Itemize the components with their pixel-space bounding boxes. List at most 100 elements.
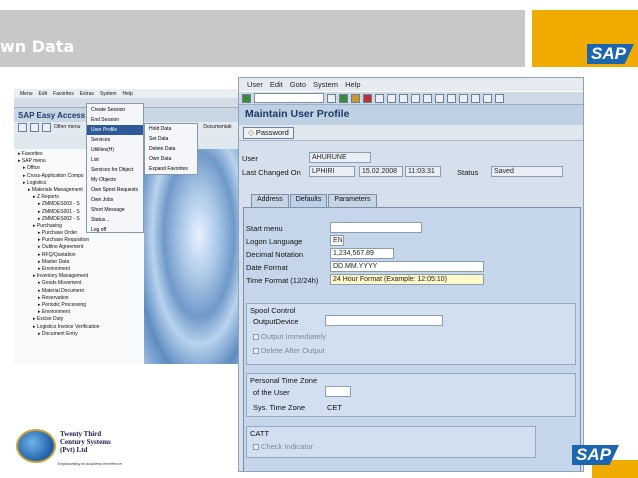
tree-node[interactable]: ▸ Reservation — [18, 295, 140, 302]
tree-node[interactable]: ▸ Master Data — [18, 259, 140, 266]
find-next-icon[interactable] — [399, 93, 408, 103]
system-menu-item[interactable]: Log off — [87, 225, 143, 235]
system-menu-item[interactable]: Status... — [87, 215, 143, 225]
system-menu-item[interactable]: Utilities(H) — [87, 145, 143, 155]
prev-page-icon[interactable] — [423, 93, 432, 103]
exit-icon[interactable] — [351, 93, 360, 103]
time-format-select[interactable]: 24 Hour Format (Example: 12:05:10) — [330, 274, 484, 285]
logon-language-input[interactable]: EN — [330, 235, 344, 246]
output-device-input[interactable] — [325, 315, 443, 326]
company-tagline: Keyboarding to business excellence — [58, 461, 122, 466]
user-profile-menu-item[interactable]: Delete Data — [145, 144, 197, 154]
next-page-icon[interactable] — [435, 93, 444, 103]
window-toolbar — [239, 91, 583, 105]
personal-time-zone-title: Personal Time Zone — [250, 376, 318, 385]
tree-node[interactable]: ▸ Material Document — [18, 288, 140, 295]
help-icon[interactable] — [483, 93, 492, 103]
tab-address[interactable]: Address — [251, 194, 289, 207]
new-session-icon[interactable] — [459, 93, 468, 103]
system-menu-item[interactable]: My Objects — [87, 175, 143, 185]
menu-item[interactable]: Menu — [20, 91, 33, 97]
system-menu-item[interactable]: Services for Object — [87, 165, 143, 175]
user-profile-menu-item[interactable]: Expand Favorites — [145, 164, 197, 174]
status-field: Saved — [491, 166, 563, 177]
user-time-zone-input[interactable] — [325, 386, 351, 397]
layout-icon[interactable] — [495, 93, 504, 103]
tree-node[interactable]: ▸ Environment — [18, 309, 140, 316]
user-field: AHURUNE — [309, 152, 371, 163]
tree-node[interactable]: ▸ Environment — [18, 266, 140, 273]
toolbar-icon[interactable] — [18, 122, 27, 132]
last-changed-date-field: 15.02.2008 — [359, 166, 403, 177]
tree-node[interactable]: ▸ Outline Agreement — [18, 244, 140, 251]
first-page-icon[interactable] — [411, 93, 420, 103]
company-logo: Twenty Third Century Systems (Pvt) Ltd K… — [16, 427, 126, 469]
shortcut-icon[interactable] — [471, 93, 480, 103]
date-format-select[interactable]: DD.MM.YYYY — [330, 261, 484, 272]
system-menu-item[interactable]: Own Spool Requests — [87, 185, 143, 195]
tree-node[interactable]: ▸ Document Entry — [18, 331, 140, 338]
tree-node[interactable]: ▸ Goods Movement — [18, 280, 140, 287]
background-image — [144, 149, 244, 364]
easy-menubar: Menu Edit Favorites Extras System Help — [14, 89, 244, 98]
last-changed-by-field: LPHIRI — [309, 166, 355, 177]
tree-node[interactable]: ▸ Excise Duty — [18, 316, 140, 323]
sap-logo-box: SAP — [532, 10, 638, 67]
menu-item[interactable]: Edit — [39, 91, 48, 97]
system-menu-item[interactable]: Short Message — [87, 205, 143, 215]
menu-item[interactable]: Help — [123, 91, 133, 97]
start-menu-input[interactable] — [330, 222, 422, 233]
menu-item[interactable]: Goto — [290, 80, 306, 89]
menu-item[interactable]: System — [100, 91, 117, 97]
save-icon[interactable] — [327, 93, 336, 103]
other-menu-button[interactable]: Other menu — [54, 124, 80, 130]
command-field[interactable] — [254, 93, 324, 103]
tree-node[interactable]: ▸ RFQ/Quotation — [18, 252, 140, 259]
system-menu-item[interactable]: Create Session — [87, 105, 143, 115]
user-profile-menu-item[interactable]: Own Data — [145, 154, 197, 164]
logon-language-label: Logon Language — [246, 237, 303, 246]
back-icon[interactable] — [339, 93, 348, 103]
window-menubar: User Edit Goto System Help — [239, 78, 583, 91]
enter-icon[interactable] — [242, 93, 251, 103]
toolbar-icon[interactable] — [30, 122, 39, 132]
system-menu-item[interactable]: Services — [87, 135, 143, 145]
tree-node[interactable]: ▸ Purchase Requisition — [18, 237, 140, 244]
tab-parameters[interactable]: Parameters — [328, 194, 377, 207]
menu-item[interactable]: User — [247, 80, 263, 89]
last-changed-label: Last Changed On — [242, 168, 301, 177]
catt-group: CATT Check Indicator — [246, 426, 536, 458]
cancel-icon[interactable] — [363, 93, 372, 103]
output-immediately-checkbox[interactable]: Output Immediately — [253, 332, 326, 341]
menu-item[interactable]: System — [313, 80, 338, 89]
find-icon[interactable] — [387, 93, 396, 103]
documentation-button[interactable]: Documentati — [203, 124, 231, 130]
system-menu-item[interactable]: User Profile — [87, 125, 143, 135]
decimal-notation-select[interactable]: 1,234,567.89 — [330, 248, 394, 259]
tree-node[interactable]: ▸ Periodic Processing — [18, 302, 140, 309]
menu-item[interactable]: Edit — [270, 80, 283, 89]
system-menu-item[interactable]: End Session — [87, 115, 143, 125]
decimal-notation-label: Decimal Notation — [246, 250, 304, 259]
menu-item[interactable]: Help — [345, 80, 360, 89]
tab-defaults[interactable]: Defaults — [289, 194, 328, 207]
start-menu-label: Start menu — [246, 224, 283, 233]
user-profile-menu-item[interactable]: Set Data — [145, 134, 197, 144]
tree-node[interactable]: ▸ Inventory Management — [18, 273, 140, 280]
delete-after-output-checkbox[interactable]: Delete After Output — [253, 346, 325, 355]
menu-item[interactable]: Favorites — [53, 91, 74, 97]
company-name: Twenty Third Century Systems (Pvt) Ltd — [60, 430, 111, 454]
date-format-label: Date Format — [246, 263, 288, 272]
password-button[interactable]: ◇ Password — [243, 127, 294, 139]
check-indicator-checkbox[interactable]: Check Indicator — [253, 442, 313, 451]
system-menu-item[interactable]: Own Jobs — [87, 195, 143, 205]
status-label: Status — [457, 168, 479, 177]
tree-node[interactable]: ▸ Logistics Invoice Verification — [18, 324, 140, 331]
menu-item[interactable]: Extras — [80, 91, 94, 97]
toolbar-icon[interactable] — [42, 122, 51, 132]
user-profile-menu-item[interactable]: Hold Data — [145, 124, 197, 134]
print-icon[interactable] — [375, 93, 384, 103]
system-menu-item[interactable]: List — [87, 155, 143, 165]
last-page-icon[interactable] — [447, 93, 456, 103]
globe-icon — [16, 429, 56, 463]
